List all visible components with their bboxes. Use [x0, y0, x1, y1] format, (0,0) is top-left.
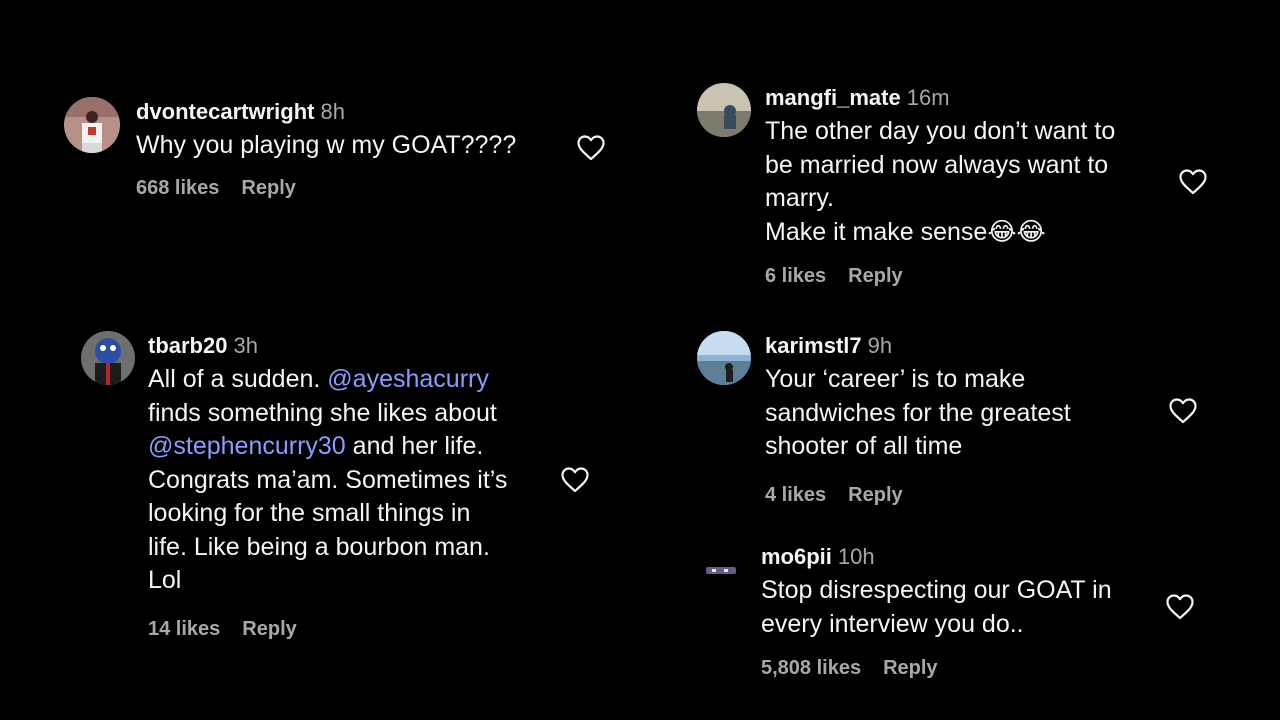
comment-line: The other day you don’t want to [765, 117, 1116, 145]
timestamp: 9h [867, 333, 893, 358]
profile-photo-icon [81, 331, 135, 385]
comment-line: Your ‘career’ is to make [765, 365, 1026, 393]
profile-photo-icon [697, 83, 751, 137]
comment-line: finds something she likes about [148, 398, 497, 427]
reply-button[interactable]: Reply [848, 484, 902, 506]
comment-text: The other day you don’t want to be marri… [765, 115, 1115, 249]
comment-line: shooter of all time [765, 432, 963, 460]
username[interactable]: mo6pii [761, 544, 832, 569]
mention-link[interactable]: @stephencurry30 [148, 432, 346, 460]
comment-text: Stop disrespecting our GOAT in every int… [761, 574, 1112, 641]
comment-line: Make it make sense😂😂 [765, 217, 1046, 246]
heart-outline-icon[interactable] [561, 467, 589, 493]
heart-outline-icon[interactable] [1166, 594, 1194, 620]
reply-button[interactable]: Reply [242, 618, 296, 640]
mention-link[interactable]: @ayeshacurry [327, 365, 489, 393]
username[interactable]: dvontecartwright [136, 99, 314, 124]
comment-line: sandwiches for the greatest [765, 398, 1071, 427]
comment-line: be married now always want to [765, 150, 1109, 179]
heart-outline-icon[interactable] [1169, 398, 1197, 424]
username[interactable]: tbarb20 [148, 333, 227, 358]
profile-photo-icon [697, 331, 751, 385]
comment-text: All of a sudden. @ayeshacurry finds some… [148, 363, 507, 598]
comment-text: Why you playing w my GOAT???? [136, 129, 516, 163]
profile-photo-icon [694, 542, 748, 596]
like-count[interactable]: 4 likes [765, 484, 826, 506]
avatar[interactable] [694, 542, 748, 596]
comment-line: Congrats ma’am. Sometimes it’s [148, 465, 508, 494]
comment-line: Lol [148, 566, 182, 594]
username[interactable]: mangfi_mate [765, 85, 901, 110]
reply-button[interactable]: Reply [848, 265, 902, 287]
like-count[interactable]: 14 likes [148, 618, 220, 640]
comment-text: Your ‘career’ is to make sandwiches for … [765, 363, 1071, 464]
reply-button[interactable]: Reply [241, 177, 295, 199]
timestamp: 16m [906, 85, 950, 110]
timestamp: 8h [320, 99, 345, 124]
comment-line: Stop disrespecting our GOAT in [761, 576, 1112, 604]
profile-photo-icon [64, 97, 120, 153]
timestamp: 3h [233, 333, 258, 358]
heart-outline-icon[interactable] [1179, 169, 1207, 195]
comment-line: marry. [765, 184, 834, 212]
like-count[interactable]: 5,808 likes [761, 657, 861, 679]
comment-line: looking for the small things in [148, 499, 471, 527]
avatar[interactable] [64, 97, 120, 153]
timestamp: 10h [837, 544, 875, 569]
avatar[interactable] [697, 331, 751, 385]
comment-line: @stephencurry30 and her life. [148, 432, 484, 460]
like-count[interactable]: 6 likes [765, 265, 826, 287]
like-count[interactable]: 668 likes [136, 177, 219, 199]
username[interactable]: karimstl7 [765, 333, 862, 358]
comment-line: All of a sudden. @ayeshacurry [148, 365, 489, 393]
avatar[interactable] [81, 331, 135, 385]
comment-line: Why you playing w my GOAT???? [136, 131, 517, 159]
comment-line: life. Like being a bourbon man. [148, 532, 490, 561]
heart-outline-icon[interactable] [577, 135, 605, 161]
reply-button[interactable]: Reply [883, 657, 937, 679]
avatar[interactable] [697, 83, 751, 137]
comment-line: every interview you do.. [761, 609, 1024, 638]
